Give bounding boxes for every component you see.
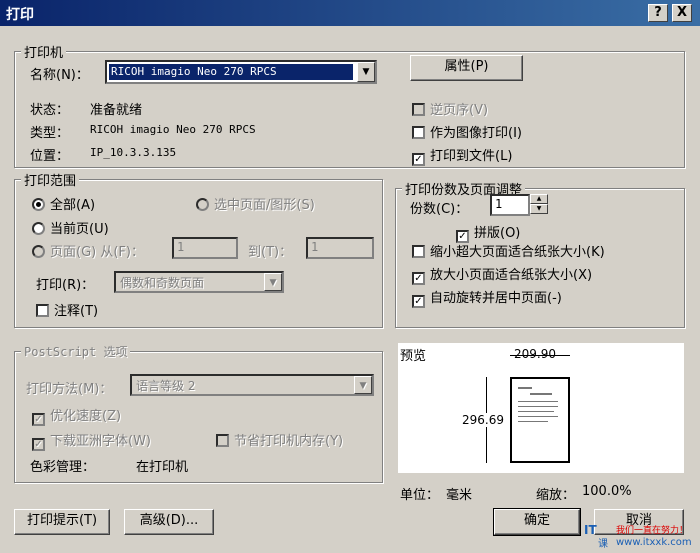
print-subset-select[interactable]: 偶数和奇数页面 ▼ (114, 271, 284, 293)
copies-label: 份数(C)： (410, 202, 469, 217)
method-label: 打印方法(M)： (26, 382, 113, 397)
title-bar: 打印 (0, 0, 700, 26)
preview-height: 296.69 (462, 413, 504, 427)
check-icon: ✓ (32, 438, 45, 451)
annotations-checkbox[interactable]: 注释(T) (36, 300, 98, 319)
checkbox-box (412, 245, 425, 258)
location-value: IP_10.3.3.135 (90, 146, 177, 159)
close-button[interactable]: X (672, 4, 692, 22)
preview-width: 209.90 (514, 347, 556, 361)
printer-name-label: 名称(N)： (30, 68, 89, 83)
print-to-file-checkbox[interactable]: ✓ 打印到文件(L) (412, 145, 512, 166)
preview-label: 预览 (400, 349, 427, 364)
window-title: 打印 (6, 7, 34, 23)
properties-button[interactable]: 属性(P) (410, 55, 523, 81)
optimize-speed-checkbox[interactable]: ✓ 优化速度(Z) (32, 405, 121, 426)
chevron-down-icon[interactable]: ▼ (264, 273, 282, 291)
method-select[interactable]: 语言等级 2 ▼ (130, 374, 374, 396)
unit-label: 单位： (400, 488, 440, 503)
site-watermark: IT 课 我们一直在努力！ www.itxxk.com (580, 521, 700, 553)
check-icon: ✓ (412, 153, 425, 166)
chevron-down-icon[interactable]: ▼ (357, 62, 375, 82)
check-icon: ✓ (412, 272, 425, 285)
printer-legend: 打印机 (21, 42, 67, 61)
print-tips-button[interactable]: 打印提示(T) (14, 509, 110, 535)
page-thumbnail (510, 377, 570, 463)
status-value: 准备就绪 (90, 103, 143, 118)
range-pages-radio[interactable]: 页面(G) 从(F)： (32, 241, 144, 260)
download-asian-fonts-checkbox[interactable]: ✓ 下载亚洲字体(W) (32, 430, 151, 451)
status-label: 状态： (30, 103, 70, 118)
expand-small-checkbox[interactable]: ✓ 放大小页面适合纸张大小(X) (412, 264, 592, 285)
save-memory-checkbox[interactable]: 节省打印机内存(Y) (216, 430, 343, 449)
check-icon: ✓ (32, 413, 45, 426)
spin-up-icon[interactable]: ▲ (530, 194, 548, 204)
checkbox-box (216, 434, 229, 447)
unit-value: 毫米 (446, 488, 473, 503)
watermark-site: www.itxxk.com (616, 537, 692, 548)
help-button[interactable]: ? (648, 4, 668, 22)
shrink-oversized-checkbox[interactable]: 缩小超大页面适合纸张大小(K) (412, 241, 605, 260)
radio-dot (32, 245, 45, 258)
radio-dot (32, 222, 45, 235)
method-value: 语言等级 2 (136, 379, 196, 393)
type-value: RICOH imagio Neo 270 RPCS (90, 123, 256, 136)
location-label: 位置： (30, 149, 70, 164)
to-label: 到(T)： (248, 245, 293, 260)
color-management-label: 色彩管理： (30, 460, 96, 475)
print-as-image-checkbox[interactable]: 作为图像打印(I) (412, 122, 522, 141)
watermark-sub: 课 (598, 539, 608, 550)
watermark-logo: IT (584, 523, 597, 537)
auto-rotate-checkbox[interactable]: ✓ 自动旋转并居中页面(-) (412, 287, 562, 308)
copies-input[interactable]: 1 (490, 194, 530, 216)
chevron-down-icon[interactable]: ▼ (354, 376, 372, 394)
range-selection-radio[interactable]: 选中页面/图形(S) (196, 194, 315, 213)
range-current-radio[interactable]: 当前页(U) (32, 218, 109, 237)
checkbox-box (412, 103, 425, 116)
type-label: 类型： (30, 126, 70, 141)
print-range-legend: 打印范围 (21, 170, 80, 189)
zoom-value: 100.0% (582, 484, 632, 499)
print-subset-value: 偶数和奇数页面 (120, 276, 205, 290)
radio-dot (196, 198, 209, 211)
from-page-input[interactable]: 1 (172, 237, 238, 259)
postscript-legend: PostScript 选项 (21, 343, 131, 360)
printer-name-select[interactable]: RICOH imagio Neo 270 RPCS ▼ (105, 60, 377, 84)
advanced-button[interactable]: 高级(D)... (124, 509, 214, 535)
width-dimension-line (510, 355, 570, 356)
preview-panel: 预览 209.90 296.69 (398, 343, 684, 473)
watermark-slogan: 我们一直在努力！ (616, 526, 689, 536)
reverse-order-checkbox[interactable]: 逆页序(V) (412, 99, 488, 118)
check-icon: ✓ (412, 295, 425, 308)
checkbox-box (412, 126, 425, 139)
radio-dot (32, 198, 45, 211)
copies-spinner[interactable]: ▲ ▼ (530, 194, 548, 214)
color-management-value: 在打印机 (136, 460, 189, 475)
print-subset-label: 打印(R)： (36, 278, 95, 293)
checkbox-box (36, 304, 49, 317)
zoom-label: 缩放： (536, 488, 576, 503)
printer-name-value: RICOH imagio Neo 270 RPCS (109, 64, 353, 80)
range-all-radio[interactable]: 全部(A) (32, 194, 95, 213)
to-page-input[interactable]: 1 (306, 237, 374, 259)
ok-button[interactable]: 确定 (493, 508, 581, 536)
spin-down-icon[interactable]: ▼ (530, 204, 548, 214)
collate-checkbox[interactable]: ✓ 拼版(O) (456, 222, 520, 243)
